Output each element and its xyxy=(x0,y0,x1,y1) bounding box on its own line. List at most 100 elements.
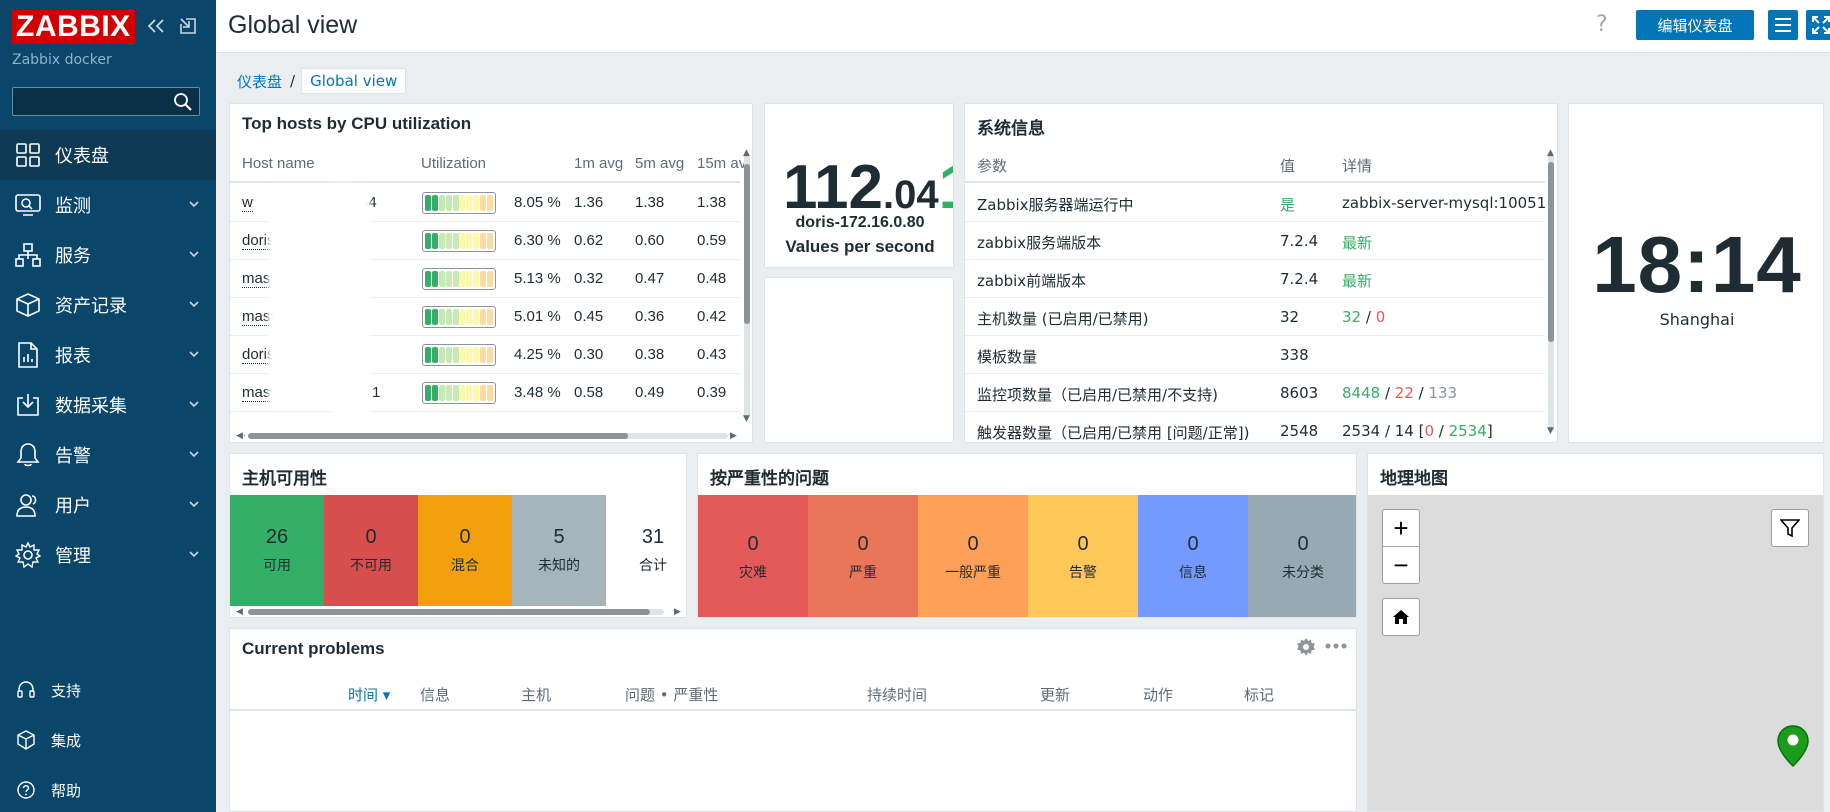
utilization-segment xyxy=(425,347,431,363)
utilization-segment xyxy=(452,385,459,401)
map-canvas[interactable]: + − xyxy=(1368,495,1823,811)
scroll-right-icon[interactable]: ▶ xyxy=(674,607,681,617)
redaction-mask xyxy=(332,184,370,442)
sidebar-item-alerts[interactable]: 告警 xyxy=(0,430,216,480)
detail-cell: 2534 / 14 [0 / 2534] xyxy=(1342,422,1493,440)
sidebar-item-integrations[interactable]: 集成 xyxy=(0,715,216,765)
availability-count: 5 xyxy=(553,526,565,548)
utilization-segment xyxy=(480,195,487,211)
sidebar-search-input[interactable] xyxy=(12,87,200,116)
column-header[interactable]: 15m av xyxy=(697,155,746,172)
sidebar-item-inventory[interactable]: 资产记录 xyxy=(0,280,216,330)
search-icon[interactable] xyxy=(173,92,193,112)
column-header[interactable]: 1m avg xyxy=(574,155,623,172)
utilization-segment xyxy=(473,233,480,249)
scroll-down-icon[interactable]: ▼ xyxy=(743,414,750,424)
vertical-scrollbar[interactable] xyxy=(744,154,750,418)
value-cell: 0.60 xyxy=(635,232,665,249)
sidebar-item-users[interactable]: 用户 xyxy=(0,480,216,530)
severity-cell[interactable]: 0 告警 xyxy=(1028,495,1138,617)
sidebar-item-label: 用户 xyxy=(55,496,91,517)
utilization-segment xyxy=(452,233,459,249)
sidebar-item-dashboard[interactable]: 仪表盘 xyxy=(0,130,216,180)
help-icon[interactable]: ? xyxy=(1596,12,1608,37)
horizontal-scrollbar[interactable] xyxy=(248,433,728,439)
zabbix-logo[interactable]: ZABBIX xyxy=(12,10,135,44)
autohide-sidebar-icon[interactable] xyxy=(177,14,199,38)
collapse-sidebar-icon[interactable] xyxy=(145,14,167,38)
availability-cell[interactable]: 0 不可用 xyxy=(324,495,418,606)
edit-dashboard-button[interactable]: 编辑仪表盘 xyxy=(1636,10,1754,40)
sidebar-item-services[interactable]: 服务 xyxy=(0,230,216,280)
availability-label: 不可用 xyxy=(350,558,392,574)
scroll-up-icon[interactable]: ▲ xyxy=(743,148,750,158)
host-link[interactable]: w xyxy=(242,194,253,212)
availability-cell[interactable]: 26 可用 xyxy=(230,495,324,606)
breadcrumb-dashboards-link[interactable]: 仪表盘 xyxy=(229,71,290,92)
zoom-out-button[interactable]: − xyxy=(1382,546,1420,584)
column-header-tags: 标记 xyxy=(1244,686,1275,704)
utilization-segment xyxy=(473,195,480,211)
availability-cell[interactable]: 31 合计 xyxy=(606,495,686,606)
zoom-in-button[interactable]: + xyxy=(1382,509,1420,547)
column-header[interactable]: 5m avg xyxy=(635,155,684,172)
sidebar-item-reports[interactable]: 报表 xyxy=(0,330,216,380)
scroll-up-icon[interactable]: ▲ xyxy=(1547,148,1554,158)
utilization-segment xyxy=(452,347,459,363)
utilization-segment xyxy=(459,385,466,401)
utilization-segment xyxy=(445,271,452,287)
severity-cell[interactable]: 0 严重 xyxy=(808,495,918,617)
column-header-actions: 动作 xyxy=(1143,686,1174,704)
sidebar-item-monitoring[interactable]: 监测 xyxy=(0,180,216,230)
scrollbar-thumb[interactable] xyxy=(248,433,628,439)
scroll-left-icon[interactable]: ◀ xyxy=(236,431,243,441)
availability-cell[interactable]: 0 混合 xyxy=(418,495,512,606)
column-header-time[interactable]: 时间 ▾ xyxy=(348,684,390,705)
utilization-bar xyxy=(422,268,496,290)
column-header: 详情 xyxy=(1342,157,1373,175)
scroll-right-icon[interactable]: ▶ xyxy=(730,431,737,441)
utilization-segment xyxy=(452,195,459,211)
availability-cell[interactable]: 5 未知的 xyxy=(512,495,606,606)
scrollbar-thumb[interactable] xyxy=(1548,162,1554,342)
home-button[interactable] xyxy=(1382,598,1420,636)
availability-count: 0 xyxy=(365,526,377,548)
column-header[interactable]: Utilization xyxy=(421,155,486,172)
scroll-down-icon[interactable]: ▼ xyxy=(1547,426,1554,436)
dashboard-actions-button[interactable] xyxy=(1768,10,1798,40)
sidebar-item-help[interactable]: 帮助 xyxy=(0,765,216,812)
utilization-segment xyxy=(459,195,466,211)
vertical-scrollbar[interactable] xyxy=(1548,154,1554,432)
more-options-icon[interactable] xyxy=(1325,642,1347,650)
utilization-segment xyxy=(473,347,480,363)
sidebar-item-administration[interactable]: 管理 xyxy=(0,530,216,580)
filter-button[interactable] xyxy=(1771,509,1809,547)
reports-icon xyxy=(14,341,42,369)
map-marker-icon[interactable] xyxy=(1776,724,1810,768)
availability-label: 混合 xyxy=(451,558,479,574)
severity-cell[interactable]: 0 信息 xyxy=(1138,495,1248,617)
breadcrumb-current[interactable]: Global view xyxy=(301,68,407,94)
chevron-down-icon xyxy=(189,451,199,458)
scrollbar-thumb[interactable] xyxy=(744,164,750,324)
column-header[interactable]: Host name xyxy=(242,155,315,172)
utilization-segment xyxy=(480,385,487,401)
fullscreen-button[interactable] xyxy=(1806,10,1830,40)
sidebar-item-data-collection[interactable]: 数据采集 xyxy=(0,380,216,430)
table-header: 时间 ▾ 信息 主机 问题 • 严重性 持续时间 更新 动作 标记 xyxy=(230,676,1356,711)
detail-cell: 32 / 0 xyxy=(1342,308,1386,326)
utilization-segment xyxy=(466,385,473,401)
scrollbar-thumb[interactable] xyxy=(248,609,650,615)
utilization-segment xyxy=(487,347,494,363)
severity-cell[interactable]: 0 一般严重 xyxy=(918,495,1028,617)
scroll-left-icon[interactable]: ◀ xyxy=(236,607,243,617)
severity-cell[interactable]: 0 灾难 xyxy=(698,495,808,617)
severity-cell[interactable]: 0 未分类 xyxy=(1248,495,1356,617)
gear-icon[interactable] xyxy=(1296,637,1316,657)
horizontal-scrollbar[interactable] xyxy=(248,609,664,615)
table-row: 触发器数量（已启用/已禁用 [问题/正常]) 2548 2534 / 14 [0… xyxy=(965,412,1545,442)
sidebar-item-support[interactable]: 支持 xyxy=(0,665,216,715)
detail-cell: 最新 xyxy=(1342,234,1373,252)
table-row: zabbix前端版本 7.2.4 最新 xyxy=(965,260,1545,298)
host-link-tail[interactable]: 1 xyxy=(372,384,380,401)
